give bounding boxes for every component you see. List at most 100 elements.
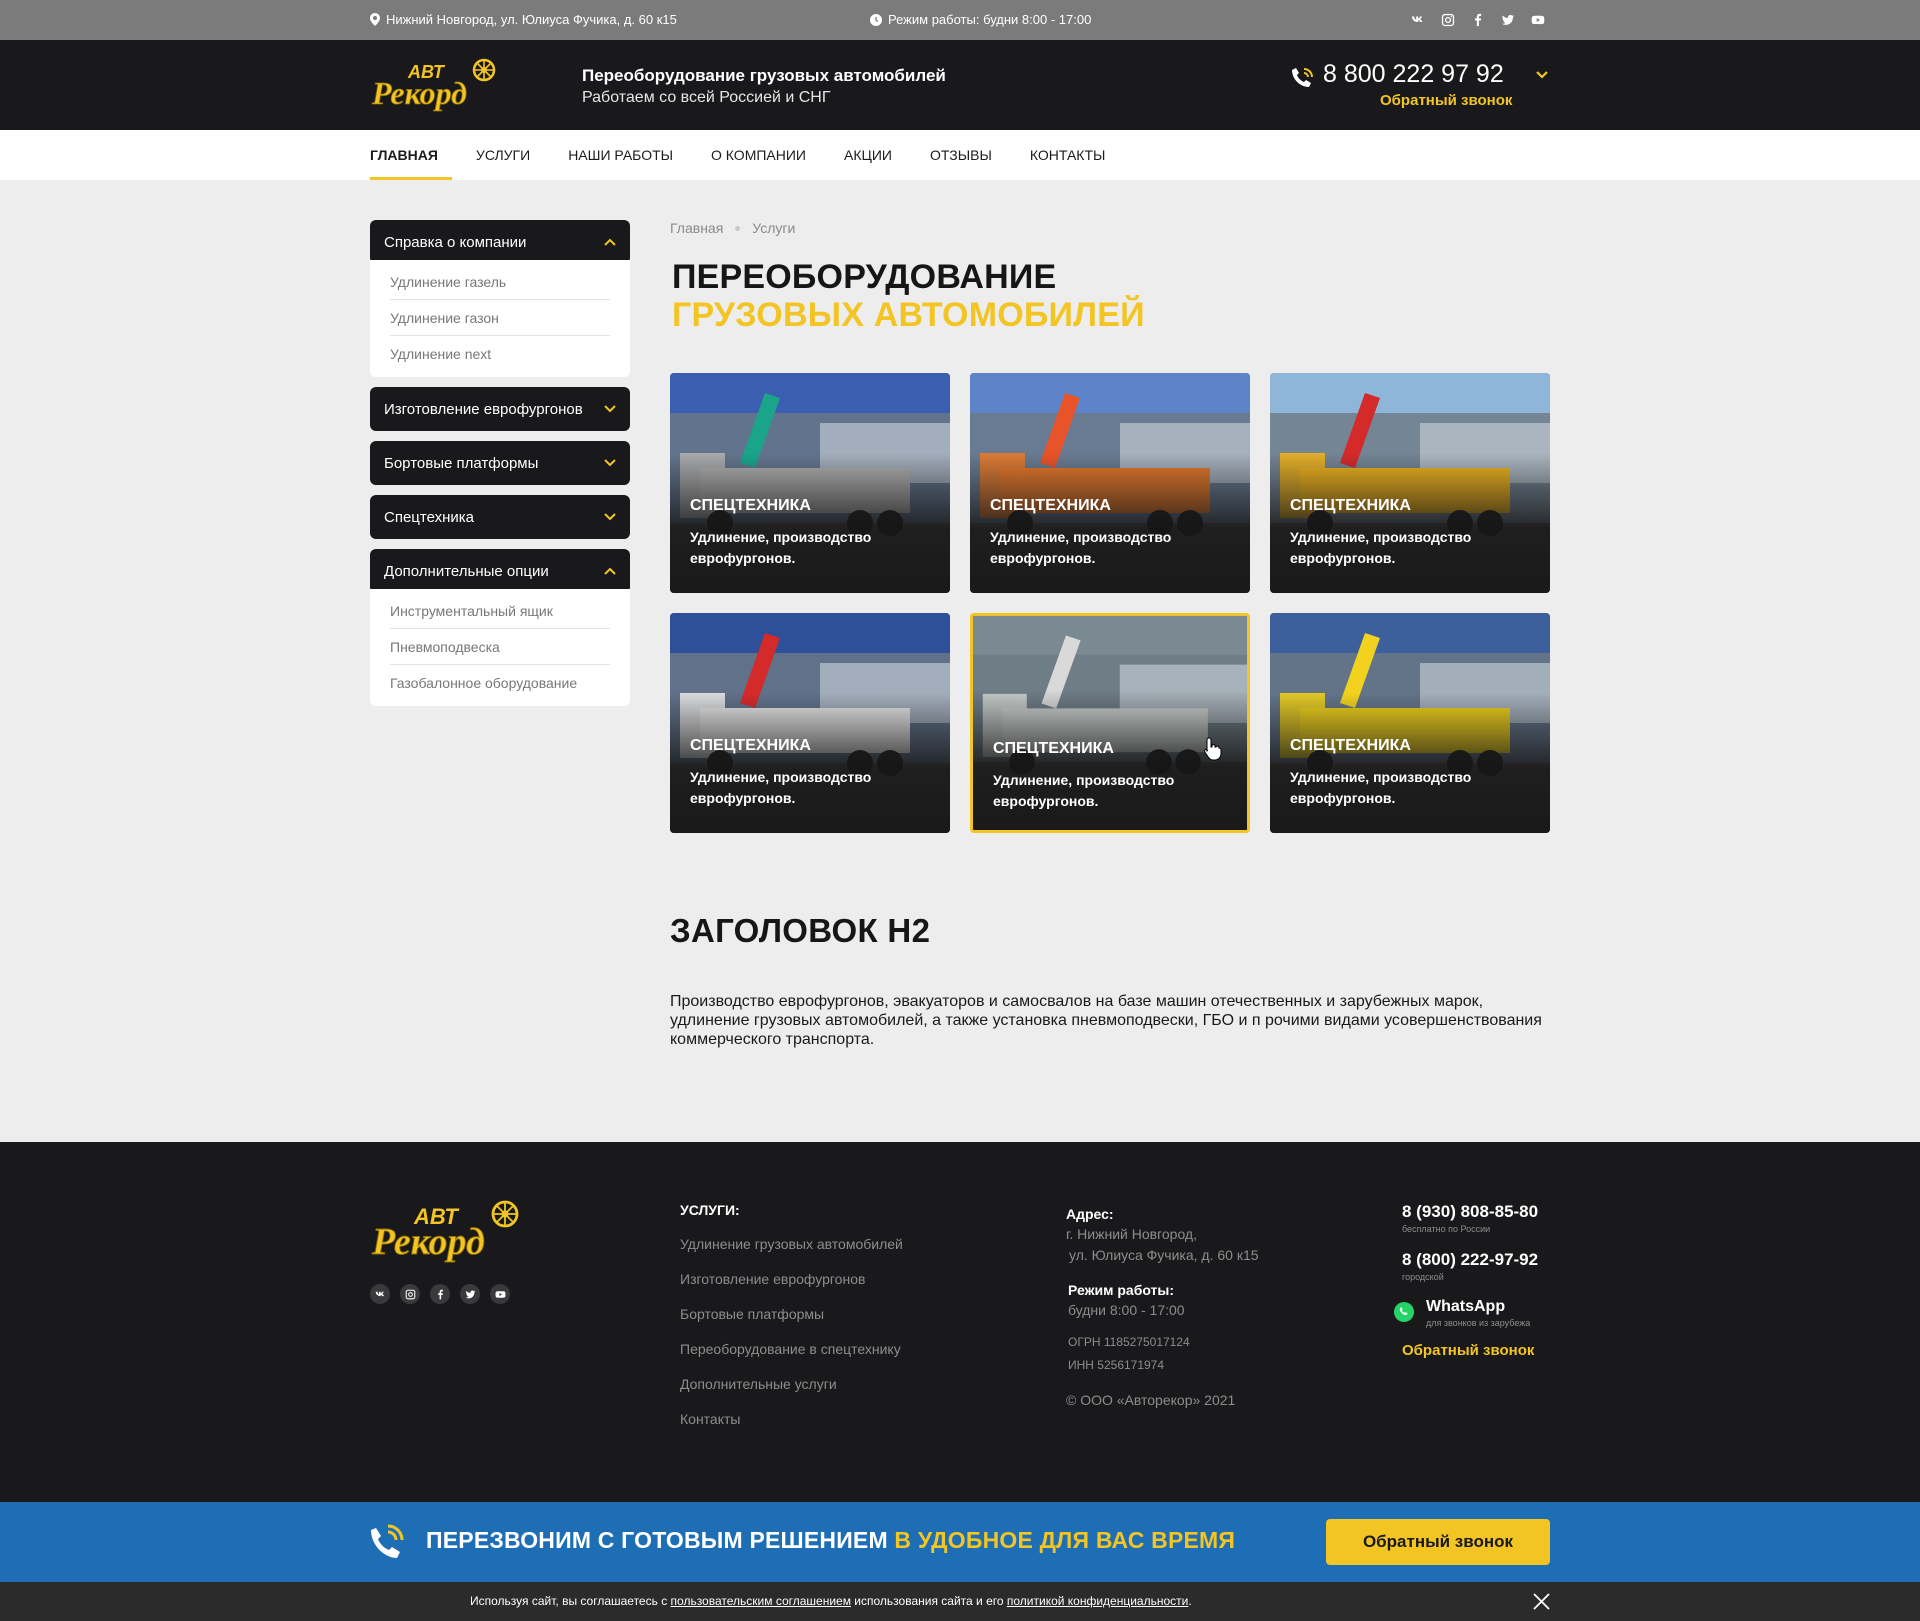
footer-service-link[interactable]: Бортовые платформы (680, 1306, 903, 1322)
footer-callback-link[interactable]: Обратный звонок (1402, 1342, 1538, 1359)
footer-address-line1: г. Нижний Новгород, (1066, 1226, 1197, 1242)
card-description: Удлинение, производство еврофургонов. (1290, 769, 1472, 806)
footer-service-link[interactable]: Дополнительные услуги (680, 1376, 903, 1392)
sidebar-subitem[interactable]: Удлинение газон (390, 300, 610, 336)
phone-icon (371, 1524, 404, 1558)
cookie-text: Используя сайт, вы соглашаетесь с пользо… (470, 1594, 1192, 1608)
facebook-icon[interactable] (1470, 12, 1486, 28)
footer-phone2[interactable]: 8 (800) 222-97-92 (1402, 1250, 1538, 1270)
vk-icon[interactable] (1410, 12, 1426, 28)
card-title: СПЕЦТЕХНИКА (1290, 737, 1411, 754)
tagline-subtitle: Работаем со всей Россией и СНГ (582, 89, 831, 106)
chevron-up-icon (604, 567, 616, 575)
phone-icon (1292, 68, 1313, 87)
sidebar-group-header[interactable]: Изготовление еврофургонов (370, 387, 630, 431)
header-phone[interactable]: 8 800 222 97 92 (1323, 60, 1504, 89)
footer-service-link[interactable]: Контакты (680, 1411, 903, 1427)
card-description: Удлинение, производство еврофургонов. (690, 529, 872, 566)
sidebar-group: Изготовление еврофургонов (370, 387, 630, 431)
service-card[interactable]: СПЕЦТЕХНИКА Удлинение, производство евроф… (1270, 373, 1550, 593)
cookie-middle: использования сайта и его (850, 1594, 1007, 1608)
nav-item-0[interactable]: ГЛАВНАЯ (370, 130, 452, 180)
cookie-privacy-link[interactable]: политикой конфиденциальности (1007, 1594, 1188, 1608)
vk-icon[interactable] (370, 1284, 390, 1304)
top-address-text: Нижний Новгород, ул. Юлиуса Фучика, д. 6… (386, 12, 677, 27)
sidebar-group-header[interactable]: Справка о компании (370, 220, 630, 264)
facebook-icon[interactable] (430, 1284, 450, 1304)
sidebar-group-title: Спецтехника (384, 508, 474, 526)
youtube-icon[interactable] (1530, 12, 1546, 28)
sidebar-group: Бортовые платформы (370, 441, 630, 485)
sidebar-sublist: Инструментальный ящик Пневмоподвеска Газоб… (370, 589, 630, 706)
footer-social (370, 1284, 510, 1304)
logo-bottom-text: Рекорд (371, 75, 467, 111)
svg-text:Рекорд: Рекорд (371, 1221, 485, 1263)
card-title: СПЕЦТЕХНИКА (1290, 497, 1411, 514)
header-callback-link[interactable]: Обратный звонок (1380, 92, 1512, 109)
footer-hours-value: будни 8:00 - 17:00 (1068, 1302, 1185, 1318)
nav-item-5[interactable]: ОТЗЫВЫ (930, 130, 992, 180)
footer-phones: 8 (930) 808-85-80 бесплатно по России 8 … (1394, 1202, 1538, 1359)
page-title-part2: ГРУЗОВЫХ АВТОМОБИЛЕЙ (672, 296, 1145, 334)
cookie-notice: Используя сайт, вы соглашаетесь с пользо… (0, 1582, 1920, 1621)
footer-logo-icon: АВТ Рекорд (371, 1200, 519, 1263)
banner-text-white: ПЕРЕЗВОНИМ С ГОТОВЫМ РЕШЕНИЕМ (426, 1527, 895, 1553)
nav-item-3[interactable]: О КОМПАНИИ (711, 130, 806, 180)
service-card[interactable]: СПЕЦТЕХНИКА Удлинение, производство евроф… (970, 613, 1250, 833)
service-card[interactable]: СПЕЦТЕХНИКА Удлинение, производство евроф… (970, 373, 1250, 593)
footer-whatsapp-label: WhatsApp (1426, 1298, 1506, 1315)
whatsapp-icon (1394, 1302, 1414, 1322)
card-title: СПЕЦТЕХНИКА (690, 737, 811, 754)
top-bar: Нижний Новгород, ул. Юлиуса Фучика, д. 6… (0, 0, 1920, 40)
footer-phone1[interactable]: 8 (930) 808-85-80 (1402, 1202, 1538, 1222)
location-pin-icon (370, 13, 380, 26)
footer-copyright: © ООО «Авторекор» 2021 (1066, 1392, 1236, 1408)
chevron-down-icon (604, 513, 616, 521)
service-card[interactable]: СПЕЦТЕХНИКА Удлинение, производство евроф… (670, 373, 950, 593)
service-card[interactable]: СПЕЦТЕХНИКА Удлинение, производство евроф… (1270, 613, 1550, 833)
instagram-icon[interactable] (400, 1284, 420, 1304)
nav-item-4[interactable]: АКЦИИ (844, 130, 892, 180)
sidebar-subitem[interactable]: Удлинение next (390, 336, 610, 371)
sidebar: Справка о компании Удлинение газель Удлине… (370, 220, 630, 716)
sidebar-group-header[interactable]: Дополнительные опции (370, 549, 630, 593)
sidebar-subitem[interactable]: Пневмоподвеска (390, 629, 610, 665)
footer-service-link[interactable]: Переоборудование в спецтехнику (680, 1341, 903, 1357)
top-hours: Режим работы: будни 8:00 - 17:00 (870, 12, 1091, 27)
cookie-terms-link[interactable]: пользовательским соглашением (671, 1594, 851, 1608)
sidebar-subitem[interactable]: Удлинение газель (390, 264, 610, 300)
instagram-icon[interactable] (1440, 12, 1456, 28)
site-footer: АВТ Рекорд УСЛУГИ: Удлинение грузовых ав… (0, 1142, 1920, 1502)
footer-hours-label: Режим работы: (1068, 1282, 1175, 1298)
footer-service-link[interactable]: Изготовление еврофургонов (680, 1271, 903, 1287)
twitter-icon[interactable] (460, 1284, 480, 1304)
sidebar-subitem[interactable]: Газобалонное оборудование (390, 665, 610, 700)
sidebar-group-header[interactable]: Бортовые платформы (370, 441, 630, 485)
chevron-down-icon[interactable] (1535, 70, 1549, 80)
sidebar-subitem[interactable]: Инструментальный ящик (390, 593, 610, 629)
twitter-icon[interactable] (1500, 12, 1516, 28)
sidebar-group-title: Справка о компании (384, 233, 527, 251)
close-icon[interactable] (1533, 1593, 1550, 1610)
site-header: АВТ Рекорд Переоборудование грузовых авт… (0, 40, 1920, 130)
footer-address-label: Адрес: (1066, 1206, 1114, 1222)
top-social (1410, 12, 1546, 28)
nav-item-1[interactable]: УСЛУГИ (476, 130, 530, 180)
nav-item-6[interactable]: КОНТАКТЫ (1030, 130, 1106, 180)
footer-phone2-note: городской (1402, 1272, 1444, 1282)
section-heading: ЗАГОЛОВОК H2 (670, 912, 931, 949)
footer-whatsapp[interactable]: WhatsApp для звонков из зарубежа (1394, 1298, 1538, 1328)
banner-callback-button[interactable]: Обратный звонок (1326, 1519, 1550, 1565)
footer-service-link[interactable]: Удлинение грузовых автомобилей (680, 1236, 903, 1252)
youtube-icon[interactable] (490, 1284, 510, 1304)
breadcrumb-home[interactable]: Главная (670, 220, 723, 236)
nav-item-2[interactable]: НАШИ РАБОТЫ (568, 130, 673, 180)
sidebar-group-header[interactable]: Спецтехника (370, 495, 630, 539)
breadcrumb-current[interactable]: Услуги (752, 220, 795, 236)
sidebar-group-title: Бортовые платформы (384, 454, 539, 472)
card-shade (670, 453, 950, 593)
card-description: Удлинение, производство еврофургонов. (993, 772, 1175, 809)
page-title-part1: ПЕРЕОБОРУДОВАНИЕ (672, 258, 1057, 296)
service-card[interactable]: СПЕЦТЕХНИКА Удлинение, производство евроф… (670, 613, 950, 833)
footer-services-title: УСЛУГИ: (680, 1202, 740, 1218)
